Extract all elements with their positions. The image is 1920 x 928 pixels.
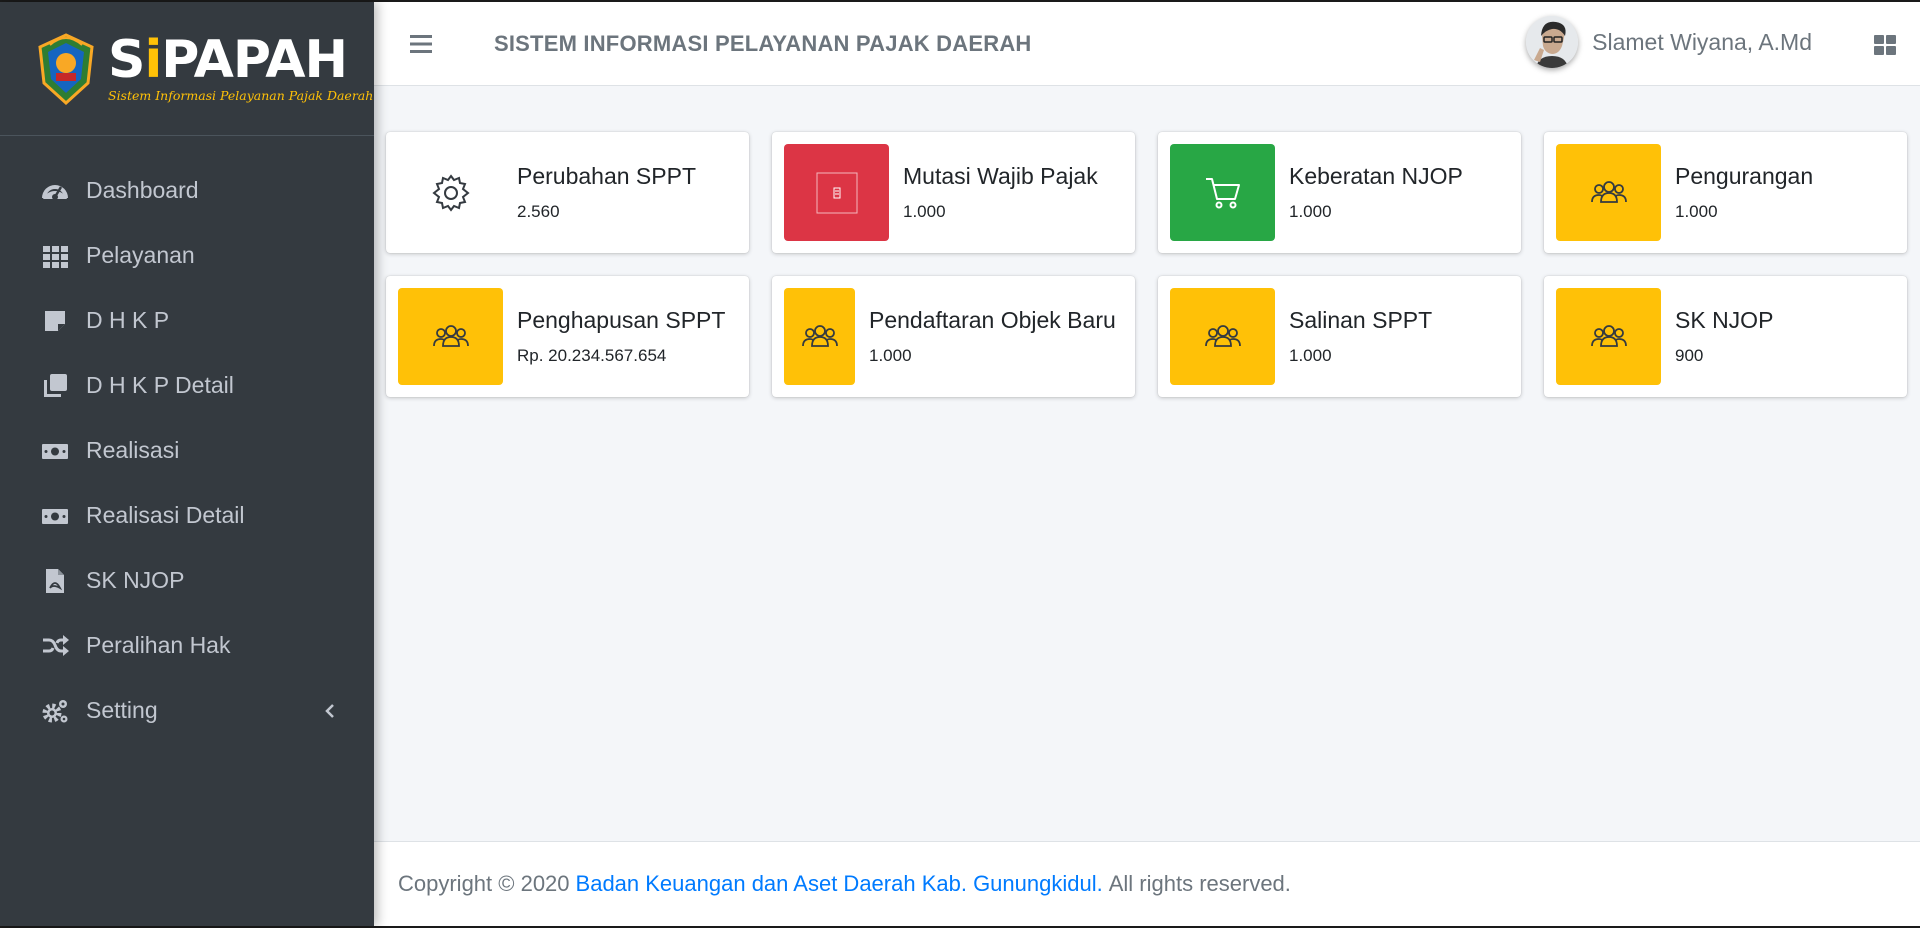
main-area: SISTEM INFORMASI PELAYANAN PAJAK DAERAH … xyxy=(374,2,1920,926)
info-box-grid: Perubahan SPPT 2.560 Mutasi Wajib Pajak … xyxy=(386,132,1908,397)
users-icon xyxy=(801,324,838,347)
grid-icon xyxy=(40,241,70,271)
footer-organization-link[interactable]: Badan Keuangan dan Aset Daerah Kab. Gunu… xyxy=(576,871,1103,897)
info-box-title: Keberatan NJOP xyxy=(1289,163,1463,189)
info-box-title: Perubahan SPPT xyxy=(517,163,697,189)
brand-title: SiPAPAH xyxy=(108,30,348,90)
info-box-title: Salinan SPPT xyxy=(1289,307,1433,333)
info-box-pengurangan[interactable]: Pengurangan 1.000 xyxy=(1544,132,1907,253)
sidebar-item-dhkp-detail[interactable]: D H K P Detail xyxy=(0,353,374,418)
info-box-perubahan-sppt[interactable]: Perubahan SPPT 2.560 xyxy=(386,132,749,253)
sidebar-item-label: Peralihan Hak xyxy=(86,632,231,658)
sidebar-item-setting[interactable]: Setting xyxy=(0,678,374,743)
users-icon xyxy=(432,324,469,347)
dashboard-content: Perubahan SPPT 2.560 Mutasi Wajib Pajak … xyxy=(374,86,1920,397)
info-box-value: 1.000 xyxy=(1675,202,1718,221)
sidebar-item-sk-njop[interactable]: SK NJOP xyxy=(0,548,374,613)
users-icon xyxy=(1204,324,1241,347)
th-large-icon[interactable] xyxy=(1872,32,1898,58)
broken-image-icon xyxy=(816,172,857,213)
info-box-salinan-sppt[interactable]: Salinan SPPT 1.000 xyxy=(1158,276,1521,397)
info-box-icon-bg xyxy=(784,144,889,241)
info-box-value: 1.000 xyxy=(869,346,912,365)
sidebar-item-dhkp[interactable]: D H K P xyxy=(0,288,374,353)
sidebar-item-label: Realisasi Detail xyxy=(86,502,245,528)
info-box-icon-bg xyxy=(1170,144,1275,241)
cogs-icon xyxy=(40,696,70,726)
random-icon xyxy=(40,631,70,661)
file-pdf-icon xyxy=(40,566,70,596)
users-icon xyxy=(1590,180,1627,203)
sidebar-item-realisasi-detail[interactable]: Realisasi Detail xyxy=(0,483,374,548)
info-box-value: 1.000 xyxy=(1289,346,1332,365)
info-box-title: Pendaftaran Objek Baru xyxy=(869,307,1116,333)
info-box-icon-bg xyxy=(1170,288,1275,385)
sidebar-item-dashboard[interactable]: Dashboard xyxy=(0,158,374,223)
chevron-left-icon[interactable] xyxy=(320,701,340,721)
info-box-value: 1.000 xyxy=(1289,202,1332,221)
info-box-icon-bg xyxy=(1556,144,1661,241)
info-box-value: 900 xyxy=(1675,346,1704,365)
info-box-keberatan-njop[interactable]: Keberatan NJOP 1.000 xyxy=(1158,132,1521,253)
footer-rights: All rights reserved. xyxy=(1108,871,1291,896)
sticky-note-icon xyxy=(40,306,70,336)
info-box-value: 2.560 xyxy=(517,202,560,221)
info-box-title: Penghapusan SPPT xyxy=(517,307,726,333)
info-box-value: Rp. 20.234.567.654 xyxy=(517,346,667,365)
info-box-icon-bg xyxy=(398,144,503,241)
info-box-title: Mutasi Wajib Pajak xyxy=(903,163,1098,189)
info-box-sk-njop[interactable]: SK NJOP 900 xyxy=(1544,276,1907,397)
sidebar: SiPAPAH Sistem Informasi Pelayanan Pajak… xyxy=(0,2,374,926)
sidebar-nav: Dashboard Pelayanan D H K P D H K P Deta… xyxy=(0,136,374,743)
info-box-mutasi-wajib-pajak[interactable]: Mutasi Wajib Pajak 1.000 xyxy=(772,132,1135,253)
cart-icon xyxy=(1205,177,1240,208)
sidebar-item-pelayanan[interactable]: Pelayanan xyxy=(0,223,374,288)
regency-emblem-logo xyxy=(38,32,94,105)
info-box-icon-bg xyxy=(398,288,503,385)
sidebar-item-label: Setting xyxy=(86,697,158,723)
money-bill-icon xyxy=(40,501,70,531)
info-box-icon-bg xyxy=(784,288,855,385)
brand-subtitle: Sistem Informasi Pelayanan Pajak Daerah xyxy=(108,88,374,103)
top-navbar: SISTEM INFORMASI PELAYANAN PAJAK DAERAH … xyxy=(374,2,1920,86)
footer: Copyright © 2020 Badan Keuangan dan Aset… xyxy=(374,841,1920,926)
user-menu[interactable]: Slamet Wiyana, A.Md xyxy=(1526,16,1812,68)
app-window: SiPAPAH Sistem Informasi Pelayanan Pajak… xyxy=(0,2,1920,926)
sidebar-item-label: D H K P xyxy=(86,307,170,333)
money-bill-icon xyxy=(40,436,70,466)
info-box-value: 1.000 xyxy=(903,202,946,221)
sidebar-item-label: Realisasi xyxy=(86,437,180,463)
brand[interactable]: SiPAPAH Sistem Informasi Pelayanan Pajak… xyxy=(0,2,374,136)
user-name: Slamet Wiyana, A.Md xyxy=(1592,28,1812,55)
sidebar-item-label: SK NJOP xyxy=(86,567,185,593)
info-box-title: SK NJOP xyxy=(1675,307,1774,333)
footer-copyright: Copyright © 2020 xyxy=(398,871,570,896)
users-icon xyxy=(1590,324,1627,347)
info-box-penghapusan-sppt[interactable]: Penghapusan SPPT Rp. 20.234.567.654 xyxy=(386,276,749,397)
sidebar-item-realisasi[interactable]: Realisasi xyxy=(0,418,374,483)
avatar xyxy=(1526,16,1579,68)
gear-icon xyxy=(431,173,470,212)
tachometer-icon xyxy=(40,176,70,206)
sidebar-item-peralihan-hak[interactable]: Peralihan Hak xyxy=(0,613,374,678)
hamburger-menu-icon[interactable] xyxy=(408,31,434,57)
clone-icon xyxy=(40,371,70,401)
sidebar-item-label: Dashboard xyxy=(86,177,199,203)
page-title: SISTEM INFORMASI PELAYANAN PAJAK DAERAH xyxy=(494,30,1032,56)
sidebar-item-label: D H K P Detail xyxy=(86,372,234,398)
info-box-title: Pengurangan xyxy=(1675,163,1814,189)
info-box-icon-bg xyxy=(1556,288,1661,385)
sidebar-item-label: Pelayanan xyxy=(86,242,195,268)
info-box-pendaftaran-objek-baru[interactable]: Pendaftaran Objek Baru 1.000 xyxy=(772,276,1135,397)
